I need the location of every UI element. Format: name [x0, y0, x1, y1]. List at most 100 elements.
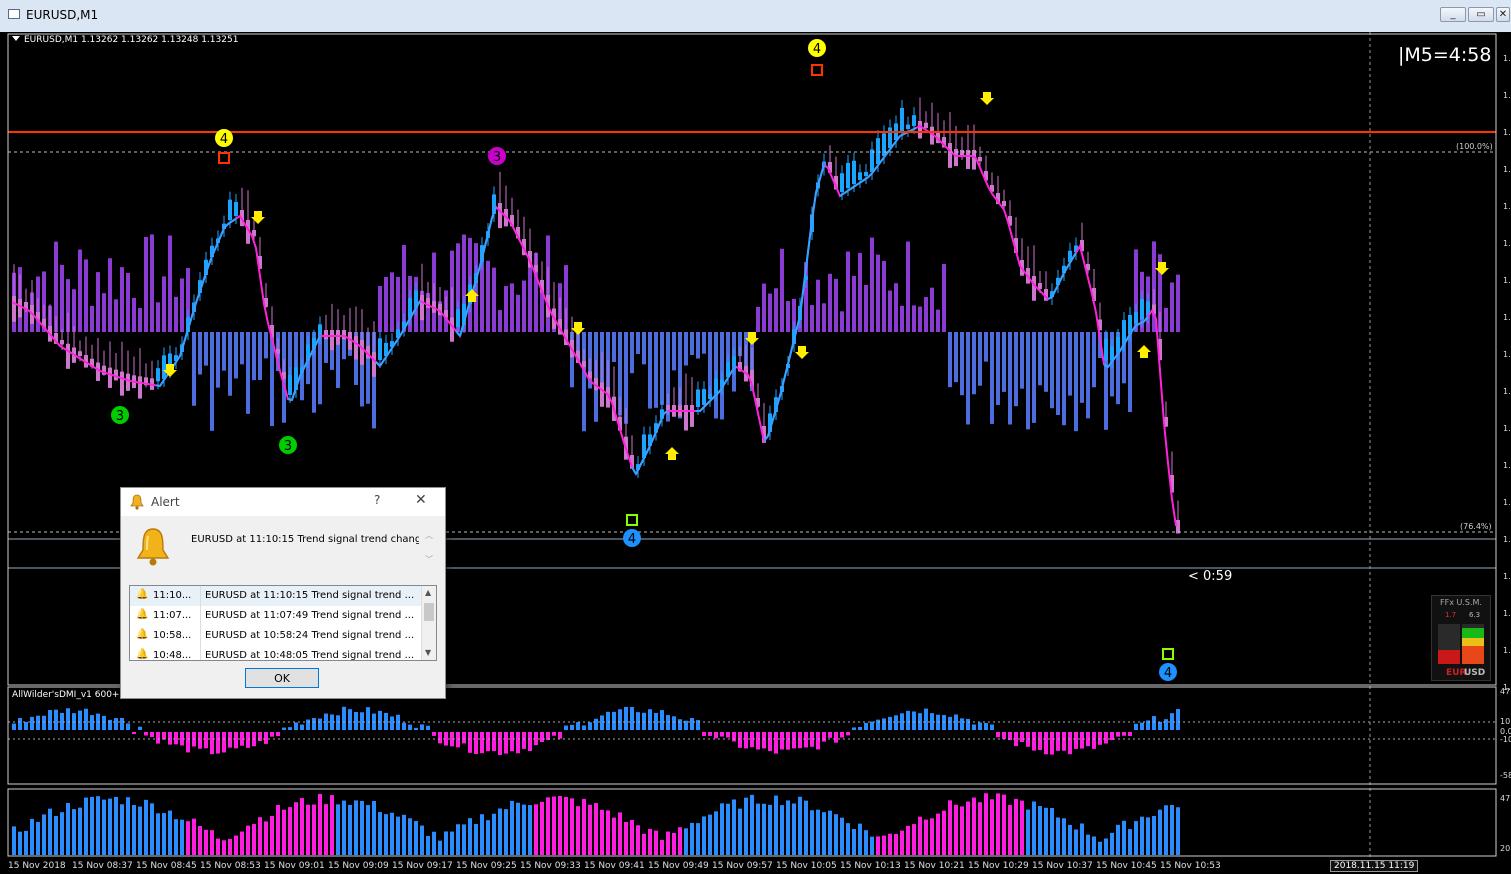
volume-bar [948, 800, 952, 855]
volume-bar [1062, 818, 1066, 855]
dmi-bar [348, 709, 352, 730]
volume-bar [918, 816, 922, 855]
maximize-button[interactable]: ▭ [1468, 7, 1494, 22]
usm-widget[interactable]: FFx U.S.M. 1.7 6.3 EUR USD [1431, 595, 1491, 681]
dmi-bar [120, 717, 124, 730]
time-tick: 15 Nov 09:41 [584, 861, 645, 871]
close-button[interactable]: ✕ [1496, 7, 1510, 22]
alert-help-button[interactable]: ? [374, 493, 380, 507]
dmi-bar [276, 732, 280, 737]
volume-bar [528, 805, 532, 855]
dmi-bar [666, 715, 670, 730]
time-tick: 15 Nov 09:09 [328, 861, 389, 871]
dmi-bar [732, 732, 736, 742]
dmi-bar [876, 719, 880, 730]
volume-bar [138, 806, 142, 855]
dmi-bar [390, 716, 394, 730]
alert-row[interactable]: 🔔 11:10... EURUSD at 11:10:15 Trend sign… [130, 586, 422, 606]
candle-countdown: < 0:59 [1188, 569, 1233, 584]
volume-bar [1176, 807, 1180, 855]
dmi-bar [336, 715, 340, 730]
volume-bar [1032, 801, 1036, 855]
chart-canvas[interactable]: 4 4 3 3 3 4 4 [0, 32, 1511, 874]
histogram-bar [138, 307, 142, 332]
volume-bar [1152, 815, 1156, 855]
scroll-down-icon[interactable]: ﹀ [425, 554, 433, 565]
volume-bar [1122, 820, 1126, 855]
alert-dialog[interactable]: Alert ? ✕ EURUSD at 11:10:15 Trend signa… [120, 487, 446, 699]
dmi-bar [438, 732, 442, 744]
dmi-bar [1020, 732, 1024, 742]
dmi-bar [1116, 732, 1120, 737]
dmi-bar [1002, 732, 1006, 739]
volume-bar [420, 825, 424, 855]
alert-titlebar[interactable]: Alert ? ✕ [121, 488, 445, 516]
histogram-bar [126, 273, 130, 332]
dmi-bar [222, 732, 226, 753]
dmi-bar [558, 732, 562, 739]
volume-bar [246, 825, 250, 855]
dmi-bar [102, 715, 106, 730]
usm-currency-right: USD [1464, 668, 1486, 678]
alert-row[interactable]: 🔔 10:58... EURUSD at 10:58:24 Trend sign… [130, 626, 422, 646]
candle-body [888, 127, 892, 148]
volume-bar [870, 836, 874, 855]
alert-history-list[interactable]: 🔔 11:10... EURUSD at 11:10:15 Trend sign… [129, 585, 437, 661]
histogram-bar [1176, 274, 1180, 332]
candle-body [852, 160, 856, 184]
volume-bar [864, 830, 868, 855]
dropdown-triangle-icon[interactable] [12, 36, 20, 41]
scroll-up-icon[interactable]: ︿ [425, 530, 433, 541]
time-tick: 15 Nov 09:49 [648, 861, 709, 871]
volume-bar [900, 830, 904, 855]
histogram-bar [852, 275, 856, 332]
histogram-bar [240, 332, 244, 365]
volume-bar [858, 823, 862, 855]
histogram-bar [864, 284, 868, 332]
volume-bar [516, 802, 520, 855]
volume-bar [762, 803, 766, 855]
volume-bar [216, 838, 220, 855]
volume-bar [36, 821, 40, 855]
volume-bar [210, 830, 214, 855]
dmi-bar [522, 732, 526, 749]
dmi-bar [858, 726, 862, 730]
alert-row[interactable]: 🔔 10:48... EURUSD at 10:48:05 Trend sign… [130, 646, 422, 660]
minimize-button[interactable]: _ [1440, 7, 1466, 22]
time-tick: 15 Nov 08:45 [136, 861, 197, 871]
alert-row[interactable]: 🔔 11:07... EURUSD at 11:07:49 Trend sign… [130, 606, 422, 626]
scroll-down-icon[interactable]: ▼ [425, 648, 431, 657]
histogram-bar [894, 283, 898, 332]
time-tick: 15 Nov 10:53 [1160, 861, 1221, 871]
histogram-bar [1092, 332, 1096, 388]
dmi-bar [60, 712, 64, 730]
scroll-up-icon[interactable]: ▲ [425, 588, 431, 597]
chart-area[interactable]: 4 4 3 3 3 4 4 EURUSD,M1 1.13262 1.13262 1.1324… [0, 32, 1511, 874]
dmi-bar [360, 712, 364, 730]
alert-close-button[interactable]: ✕ [415, 492, 427, 508]
price-tick: 1. [1503, 535, 1511, 544]
volume-bar [954, 804, 958, 855]
dmi-bar [1098, 732, 1102, 745]
scrollbar-thumb[interactable] [424, 603, 434, 621]
histogram-bar [1020, 332, 1024, 389]
volume-bar [714, 811, 718, 855]
volume-bar [360, 800, 364, 855]
alert-message-scroll[interactable]: ︿ ﹀ [423, 528, 435, 568]
dmi-bar [648, 709, 652, 730]
ok-button[interactable]: OK [245, 668, 319, 688]
candle-body [876, 138, 880, 164]
volume-bar [468, 818, 472, 855]
alert-list-scrollbar[interactable]: ▲ ▼ [421, 586, 436, 660]
symbol-info[interactable]: EURUSD,M1 1.13262 1.13262 1.13248 1.1325… [12, 35, 238, 45]
volume-bar [1158, 809, 1162, 855]
histogram-bar [114, 299, 118, 332]
time-tick: 15 Nov 10:45 [1096, 861, 1157, 871]
volume-bar [12, 826, 16, 855]
down-arrow-icon [1155, 262, 1169, 275]
dmi-bar [972, 724, 976, 730]
dmi-bar [576, 722, 580, 730]
volume-bar [1014, 798, 1018, 855]
dmi-bar [840, 732, 844, 738]
volume-bar [816, 809, 820, 855]
